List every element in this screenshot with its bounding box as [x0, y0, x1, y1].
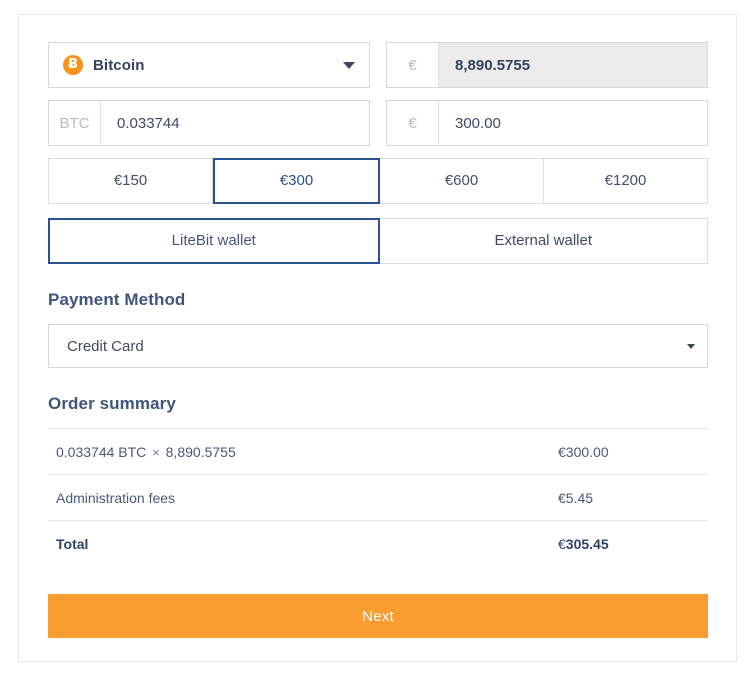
crypto-amount-input[interactable]	[101, 101, 369, 145]
next-button[interactable]: Next	[48, 594, 708, 638]
summary-total-number: 305.45	[565, 535, 609, 552]
fiat-amount-input[interactable]	[439, 101, 707, 145]
summary-row-fees: Administration fees €5.45	[48, 474, 708, 520]
order-summary-table: 0.033744 BTC × 8,890.5755 €300.00 Admini…	[48, 428, 708, 566]
summary-crypto-amount: 0.033744 BTC	[56, 443, 147, 460]
summary-row-total: Total €305.45	[48, 520, 708, 566]
payment-method-select[interactable]: Credit Card	[48, 324, 708, 368]
chevron-down-icon	[343, 62, 355, 69]
preset-amount-3[interactable]: €600	[380, 158, 544, 204]
tab-external-wallet[interactable]: External wallet	[379, 218, 708, 264]
preset-amount-group: €150 €300 €600 €1200	[48, 158, 708, 204]
multiply-icon: ×	[152, 444, 160, 460]
btc-prefix-label: BTC	[49, 101, 101, 145]
summary-row-amount: 0.033744 BTC × 8,890.5755 €300.00	[48, 428, 708, 474]
euro-symbol-icon: €	[387, 101, 439, 145]
currency-selector-col: Ƀ Bitcoin	[48, 42, 370, 88]
chevron-down-icon	[687, 344, 695, 349]
currency-name-label: Bitcoin	[93, 56, 145, 74]
crypto-amount-field[interactable]: BTC	[48, 100, 370, 146]
buy-crypto-card: Ƀ Bitcoin € 8,890.5755 BTC 0.033744 € 30…	[18, 14, 737, 662]
fiat-amount-col: €	[386, 100, 708, 146]
summary-fees-value: €5.45	[558, 489, 594, 506]
currency-rate-row: Ƀ Bitcoin € 8,890.5755	[48, 42, 708, 88]
summary-amount-value: €300.00	[558, 443, 609, 460]
order-summary-heading: Order summary	[48, 394, 176, 413]
summary-total-label: Total	[56, 535, 89, 552]
euro-symbol-icon: €	[558, 535, 566, 552]
summary-fees-label: Administration fees	[56, 489, 176, 506]
page-root: Ƀ Bitcoin € 8,890.5755 BTC 0.033744 € 30…	[0, 0, 755, 687]
crypto-amount-col: BTC	[48, 100, 370, 146]
rate-value: 8,890.5755	[439, 43, 707, 87]
wallet-tab-group: LiteBit wallet External wallet	[48, 218, 708, 264]
payment-method-value: Credit Card	[67, 337, 144, 355]
rate-display-col: € 8,890.5755	[386, 42, 708, 88]
tab-litebit-wallet[interactable]: LiteBit wallet	[48, 218, 380, 264]
payment-method-heading: Payment Method	[48, 290, 186, 309]
euro-symbol-icon: €	[387, 43, 439, 87]
rate-field: € 8,890.5755	[386, 42, 708, 88]
card-content: Ƀ Bitcoin € 8,890.5755 BTC 0.033744 € 30…	[48, 42, 708, 638]
summary-rate: 8,890.5755	[165, 443, 236, 460]
currency-select[interactable]: Ƀ Bitcoin	[48, 42, 370, 88]
bitcoin-coin-icon: Ƀ	[63, 55, 83, 75]
preset-amount-4[interactable]: €1200	[544, 158, 708, 204]
amount-row: BTC €	[48, 100, 708, 146]
summary-amount-label: 0.033744 BTC × 8,890.5755	[56, 444, 236, 460]
preset-amount-1[interactable]: €150	[48, 158, 213, 204]
summary-total-value: €305.45	[556, 536, 706, 552]
fiat-amount-field[interactable]: €	[386, 100, 708, 146]
preset-amount-2[interactable]: €300	[213, 158, 380, 204]
